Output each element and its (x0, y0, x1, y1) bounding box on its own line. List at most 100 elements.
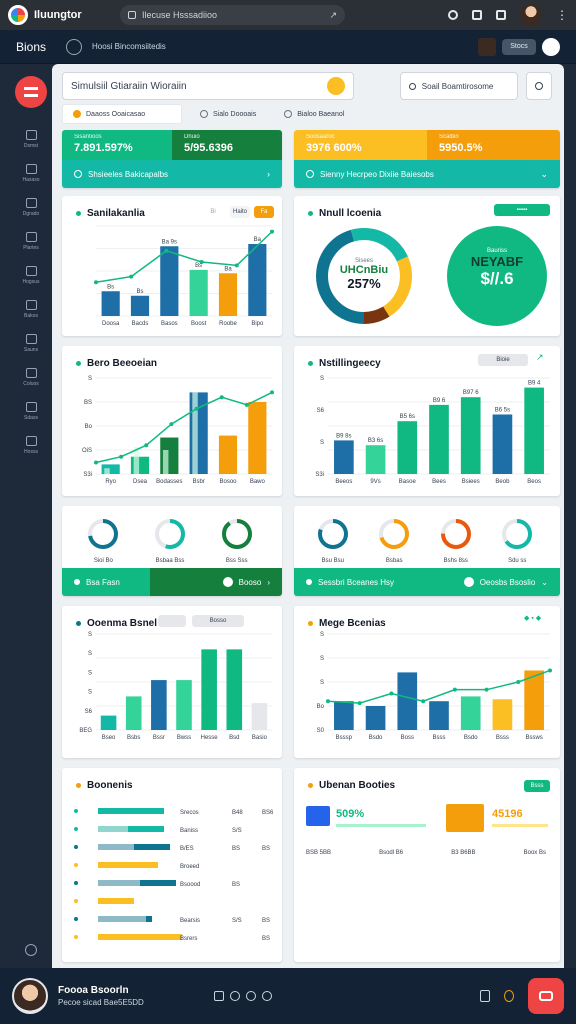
list-chart-card: Boonenis Srecos B48 BS6 Baniss S/S B/ES BS BS Br… (62, 768, 282, 962)
search-submit-button[interactable] (327, 77, 346, 95)
kpi-card-2[interactable]: Soosaaroc 3976 600% Scalbin 5950.5% Sienny… (294, 130, 560, 188)
media-icon[interactable] (261, 991, 272, 1001)
tab-third[interactable]: Bialoo Baeanol (274, 104, 354, 124)
power-icon[interactable] (25, 944, 37, 956)
y-tick-label: BS (84, 400, 92, 406)
search-input[interactable]: Simulsiil Gtiaraiin Wioraiin (62, 72, 355, 100)
brand-logo-icon[interactable] (15, 76, 47, 108)
footer-text: BSB 5BB (306, 850, 332, 856)
media-icon[interactable] (245, 991, 256, 1001)
chevron-right-icon[interactable]: › (267, 578, 270, 587)
data-label: B9 4 (528, 381, 541, 387)
nav-pill-button[interactable]: Stocs (502, 38, 536, 55)
pill[interactable]: Bsss (524, 780, 550, 792)
bar (151, 680, 167, 730)
settings-icon[interactable] (448, 10, 458, 20)
trend-point (94, 460, 98, 465)
chevron-down-icon[interactable]: ⌄ (540, 169, 548, 180)
sidebar-item-8[interactable]: Sdass (6, 394, 56, 428)
sidebar-item-1[interactable]: Haxaso (6, 156, 56, 190)
breadcrumb[interactable]: Hoosi Bincomsiitedis (92, 42, 166, 51)
notification-button[interactable] (526, 72, 552, 100)
globe-icon (25, 401, 37, 412)
secondary-search-input[interactable]: Soail Boamtirosome (399, 72, 519, 100)
gauge-label: Bsbaa Bss (155, 558, 185, 564)
menu-icon[interactable]: ⋮ (556, 8, 568, 22)
user-thumb[interactable] (478, 37, 496, 56)
sidebar-item-3[interactable]: Plartes (6, 224, 56, 258)
kpi-footer[interactable]: Shsieeles Bakicapalbs › (62, 160, 282, 188)
chevron-down-icon[interactable]: ⌄ (541, 578, 548, 587)
trend-line (327, 669, 551, 704)
footer-text: Bsodl B6 (379, 850, 404, 856)
sidebar-item-label: Dgrado (22, 210, 40, 217)
bottom-bar: Foooa Bsoorln Pecoe sicad Bae5E5DD (0, 968, 576, 1024)
x-tick-label: Beob (495, 479, 510, 485)
y-tick-label: Bo (317, 704, 325, 710)
chevron-right-icon[interactable]: › (267, 169, 270, 179)
x-tick-label: Bsbs (127, 735, 140, 741)
row-value: B48 (232, 810, 243, 816)
row-label: B/ES (180, 846, 194, 852)
trend-point (119, 454, 124, 459)
bar (201, 649, 217, 730)
url-bar[interactable]: Ilecuse Hsssadiioo ↗ (120, 5, 345, 25)
profile-avatar[interactable] (520, 4, 542, 26)
user-avatar[interactable] (12, 978, 48, 1014)
home-icon[interactable] (472, 10, 482, 20)
y-tick-label: S6 (85, 709, 93, 715)
row-bullet-icon (74, 863, 78, 867)
sidebar-item-9[interactable]: Hosss (6, 428, 56, 462)
x-tick-label: Bsd (229, 735, 239, 741)
chart-card-5: Ooenma Bsnel Bosso BEG S6 S S S S Bseo Bsbs Bssr… (62, 606, 282, 758)
sidebar-item-2[interactable]: Dgrado (6, 190, 56, 224)
y-tick-label: S (88, 670, 92, 676)
chat-button[interactable] (528, 978, 564, 1014)
sidebar-item-7[interactable]: Coluos (6, 360, 56, 394)
media-icon[interactable] (229, 991, 240, 1001)
row-value: BS (232, 846, 240, 852)
chart-card-3: Bero Beeoeian S3i OiS Bo BS S Ryo Dsea Bodasses… (62, 346, 282, 496)
x-tick-label: Bsiees (462, 479, 480, 485)
bar (429, 701, 449, 730)
account-icon[interactable] (542, 37, 560, 56)
sidebar-item-6[interactable]: Sauns (6, 326, 56, 360)
kpi-cell: Sisantioos 7.891.597% (62, 130, 172, 160)
media-icon[interactable] (213, 991, 224, 1001)
kpi-card-1[interactable]: Sisantioos 7.891.597% Dhuio 5/95.6396 Shsi… (62, 130, 282, 188)
sidebar-item-0[interactable]: Dsmst (6, 122, 56, 156)
sidebar-item-5[interactable]: Bakos (6, 292, 56, 326)
app-logo-icon[interactable] (8, 5, 28, 25)
x-tick-label: Bees (432, 479, 446, 485)
bar (492, 699, 513, 730)
sidebar-item-4[interactable]: Hogsus (6, 258, 56, 292)
bar-line-chart: S3i OiS Bo BS S Ryo Dsea Bodasses Bsbr Bosoo Bawo (82, 376, 274, 485)
mic-icon[interactable] (480, 990, 490, 1002)
share-icon[interactable]: ↗ (329, 10, 337, 21)
x-tick-label: Ryo (105, 479, 116, 485)
chat-icon (25, 333, 37, 344)
footer-text: Boox Bs (523, 850, 546, 856)
tab-second[interactable]: Sialo Doooais (190, 104, 266, 124)
browser-bar: Iluungtor Ilecuse Hsssadiioo ↗ ⋮ (0, 0, 576, 30)
y-tick-label: S (320, 632, 324, 638)
bar (160, 437, 179, 474)
bar (397, 421, 418, 474)
x-tick-label: Basos (161, 321, 178, 327)
bar-line-chart: S0 Bo S S S Bsssp Bsdo Boss Bsss Bsdo Bsss Bssws (317, 632, 552, 741)
calendar-icon[interactable] (496, 10, 506, 20)
trend-point (234, 263, 239, 268)
bar (189, 269, 208, 316)
gauge-footer[interactable]: Bsa Fasn Booso › (62, 568, 282, 596)
status-icon[interactable] (504, 990, 514, 1002)
back-icon[interactable] (66, 38, 82, 55)
kpi-footer[interactable]: Sienny Hecrpeo Dixiie Baiesobs ⌄ (294, 160, 560, 188)
x-tick-label: Bsbr (192, 479, 204, 485)
bar (248, 244, 267, 316)
tab-overview[interactable]: Daaoss Ooaicasao (62, 104, 182, 124)
trend-line (95, 391, 273, 464)
sidebar-item-label: Dsmst (23, 142, 39, 149)
gauge-footer[interactable]: Sessbri Bceanes Hsy Oeosbs Bsoslio ⌄ (294, 568, 560, 596)
row-value: BS (262, 936, 270, 942)
bar (218, 435, 238, 474)
